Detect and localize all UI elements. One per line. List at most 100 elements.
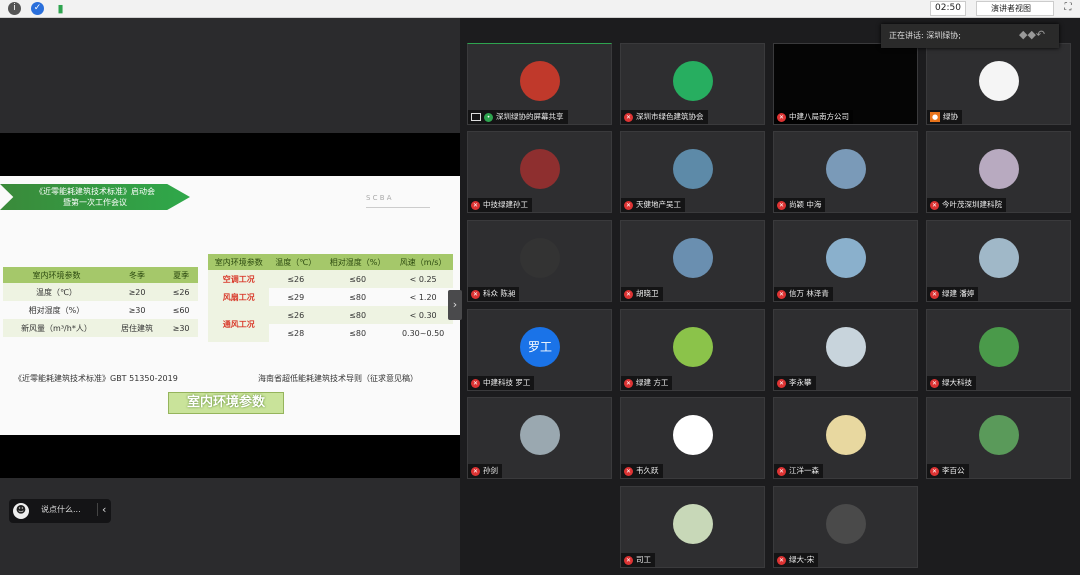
participant-name-label: ✕ 尚颖 中海 [774,198,826,212]
speaker-text: 正在讲话: 深圳绿协; [889,31,961,40]
participant-tile[interactable]: ✕ 李永攀 [773,309,918,391]
participant-name-label: • 深圳绿协的屏幕共享 [468,110,568,124]
participant-tile[interactable]: ✕ 李百公 [926,397,1071,479]
participant-name: 绿大科技 [942,378,972,387]
chat-input[interactable]: 说点什么... [41,504,81,515]
collapse-panel-button[interactable]: › [448,290,462,320]
chevron-left-icon[interactable]: ‹ [97,503,106,516]
participant-tile[interactable]: ✕ 胡晓卫 [620,220,765,302]
avatar [673,149,713,189]
participant-tile[interactable]: ✕ 绿大科技 [926,309,1071,391]
table-row: 温度（℃） ≥20 ≤26 [3,283,198,301]
participant-name-label: ✕ 天健地产吴工 [621,198,685,212]
participant-tile[interactable]: ✕ 科众 陈昶 [467,220,612,302]
participant-name: 李永攀 [789,378,812,387]
participant-tile[interactable]: ✕ 深圳市绿色建筑协会 [620,43,765,125]
citation-right: 海南省超低能耗建筑技术导则（征求意见稿） [258,374,418,383]
avatar [979,238,1019,278]
avatar [673,61,713,101]
participant-tile[interactable]: ✕ 江洋一森 [773,397,918,479]
table-row: 新风量（m³/h*人） 居住建筑 ≥30 [3,319,198,337]
participant-name-label: ✕ 司工 [621,553,655,567]
banner-subtitle: 暨第一次工作会议 [63,198,127,207]
mic-muted-icon: ✕ [777,466,786,476]
participant-name: 深圳市绿色建筑协会 [636,112,704,121]
slide-subtitle: 室内环境参数 [168,392,284,414]
participant-name: 尚颖 中海 [789,200,822,209]
participant-name-label: ✕ 韦久跃 [621,464,663,478]
participant-name: 江洋一森 [789,466,819,475]
expand-icon[interactable]: ⛶ [1062,2,1074,14]
participant-name-label: ✕ 绿大科技 [927,376,976,390]
chat-input-bar[interactable]: ☻ 说点什么... ‹ [9,499,111,523]
mic-muted-icon: ✕ [471,289,480,299]
avatar [826,327,866,367]
participant-name: 中建八局南方公司 [789,112,849,121]
participant-tile[interactable]: ✕ 天健地产吴工 [620,131,765,213]
participant-name: 天健地产吴工 [636,200,681,209]
mic-muted-icon: ✕ [471,378,480,388]
screen-share-icon [471,113,481,121]
participant-tile[interactable]: ✕ 绿建 潘婷 [926,220,1071,302]
mic-muted-icon: ✕ [777,555,786,565]
participant-tile[interactable]: ✕ 尚颖 中海 [773,131,918,213]
participant-name: 中建科技 罗工 [483,378,531,387]
col-header: 夏季 [164,267,198,283]
col-header: 冬季 [109,267,165,283]
slide-banner: 《近零能耗建筑技术标准》启动会 暨第一次工作会议 [0,184,190,210]
mic-muted-icon: ✕ [624,378,633,388]
participant-tile[interactable]: ✕ 中技绿建孙工 [467,131,612,213]
avatar [520,415,560,455]
avatar [979,415,1019,455]
participant-tile[interactable]: ✕ 司工 [620,486,765,568]
participant-name: 绿建 方工 [636,378,669,387]
participant-name: 绿建 潘婷 [942,289,975,298]
mic-muted-icon: ✕ [624,200,633,210]
participant-name: 绿协 [943,112,958,121]
participant-name-label: ✕ 江洋一森 [774,464,823,478]
participant-name-label: ✕ 胡晓卫 [621,287,663,301]
mic-muted-icon: ✕ [624,289,633,299]
participant-name-label: ✕ 李百公 [927,464,969,478]
participant-tile[interactable]: ✕ 绿建 方工 [620,309,765,391]
participant-name-label: ● 绿协 [927,110,962,124]
avatar [520,238,560,278]
citation-left: 《近零能耗建筑技术标准》GBT 51350-2019 [14,374,178,383]
table-row: 通风工况 ≤26 ≤80 < 0.30 [208,306,453,342]
avatar [673,415,713,455]
participant-tile[interactable]: • 深圳绿协的屏幕共享 [467,43,612,125]
participant-tile[interactable]: ✕ 今叶茂深圳建科院 [926,131,1071,213]
avatar [520,61,560,101]
mic-muted-icon: ✕ [777,112,786,122]
avatar [826,415,866,455]
speaker-view-dropdown[interactable]: 演讲者视图 [976,1,1054,16]
banner-title: 《近零能耗建筑技术标准》启动会 [35,187,155,196]
participant-name-label: ✕ 绿建 潘婷 [927,287,979,301]
participant-name-label: ✕ 中技绿建孙工 [468,198,532,212]
participant-tile[interactable]: ✕ 中建八局南方公司 [773,43,918,125]
participant-tile[interactable]: ● 绿协 [926,43,1071,125]
mic-muted-icon: ✕ [471,466,480,476]
participant-name-label: ✕ 李永攀 [774,376,816,390]
participant-tile[interactable]: ✕ 绿大-宋 [773,486,918,568]
signal-icon[interactable]: ▮ [54,2,67,15]
speaker-controls-icon[interactable]: ◆◆↶ [1019,28,1045,41]
info-icon[interactable]: i [8,2,21,15]
avatar [673,238,713,278]
shield-icon[interactable]: ✓ [31,2,44,15]
participant-tile[interactable]: 罗工 ✕ 中建科技 罗工 [467,309,612,391]
meeting-timer: 02:50 [930,1,966,16]
active-speaker-banner: 正在讲话: 深圳绿协; ◆◆↶ [881,24,1059,48]
participant-tile[interactable]: ✕ 韦久跃 [620,397,765,479]
col-header: 室内环境参数 [208,254,270,270]
avatar [826,238,866,278]
emoji-icon[interactable]: ☻ [13,503,29,519]
col-header: 风速（m/s） [393,254,453,270]
participant-tile[interactable]: ✕ 信万 林泽青 [773,220,918,302]
mic-muted-icon: ✕ [930,378,939,388]
mic-muted-icon: ✕ [777,289,786,299]
participant-tile[interactable]: ✕ 孙剑 [467,397,612,479]
participant-name: 信万 林泽青 [789,289,829,298]
avatar [979,61,1019,101]
mic-muted-icon: ✕ [471,200,480,210]
